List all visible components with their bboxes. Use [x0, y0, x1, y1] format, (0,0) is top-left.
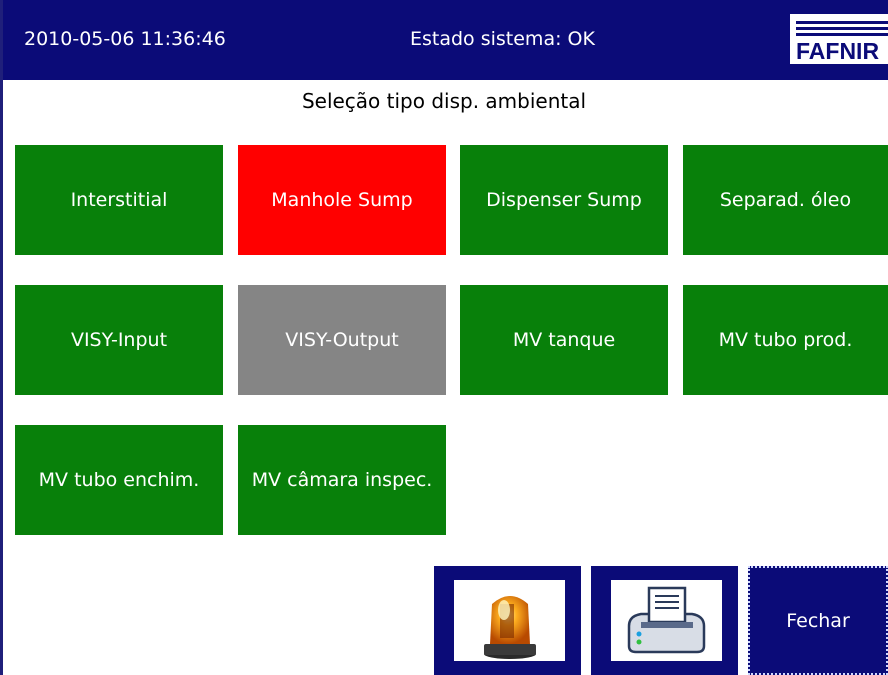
tile-visy-input[interactable]: VISY-Input [15, 285, 223, 395]
page-title: Seleção tipo disp. ambiental [301, 89, 587, 113]
system-status: Estado sistema: OK [410, 28, 595, 50]
tile-mv-fill-pipe[interactable]: MV tubo enchim. [15, 425, 223, 535]
tile-manhole-sump[interactable]: Manhole Sump [238, 145, 446, 255]
tile-mv-product-pipe[interactable]: MV tubo prod. [683, 285, 888, 395]
print-button[interactable] [591, 566, 738, 675]
tile-label: MV tubo prod. [718, 329, 853, 351]
tile-label: Dispenser Sump [486, 189, 642, 211]
tile-label: VISY-Input [70, 329, 168, 351]
fafnir-logo: FAFNIR [790, 14, 888, 64]
tile-oil-separator[interactable]: Separad. óleo [683, 145, 888, 255]
tile-label: MV tanque [512, 329, 616, 351]
alarm-button[interactable] [434, 566, 581, 675]
tile-label: VISY-Output [285, 329, 399, 351]
tile-label: Separad. óleo [719, 189, 852, 211]
tile-label: MV câmara inspec. [251, 469, 433, 491]
tile-dispenser-sump[interactable]: Dispenser Sump [460, 145, 668, 255]
close-button[interactable]: Fechar [748, 566, 888, 675]
tile-mv-inspection-chamber[interactable]: MV câmara inspec. [238, 425, 446, 535]
tile-interstitial[interactable]: Interstitial [15, 145, 223, 255]
tile-mv-tank[interactable]: MV tanque [460, 285, 668, 395]
status-header: 2010-05-06 11:36:46 Estado sistema: OK F… [0, 0, 888, 80]
logo-text: FAFNIR [796, 38, 880, 64]
tile-label: Interstitial [70, 189, 168, 211]
tile-label: Manhole Sump [271, 189, 413, 211]
close-button-label: Fechar [786, 609, 850, 632]
datetime-display: 2010-05-06 11:36:46 [24, 28, 226, 50]
tile-label: MV tubo enchim. [38, 469, 200, 491]
alarm-beacon-icon [454, 580, 565, 661]
tile-visy-output[interactable]: VISY-Output [238, 285, 446, 395]
printer-icon [611, 580, 722, 661]
